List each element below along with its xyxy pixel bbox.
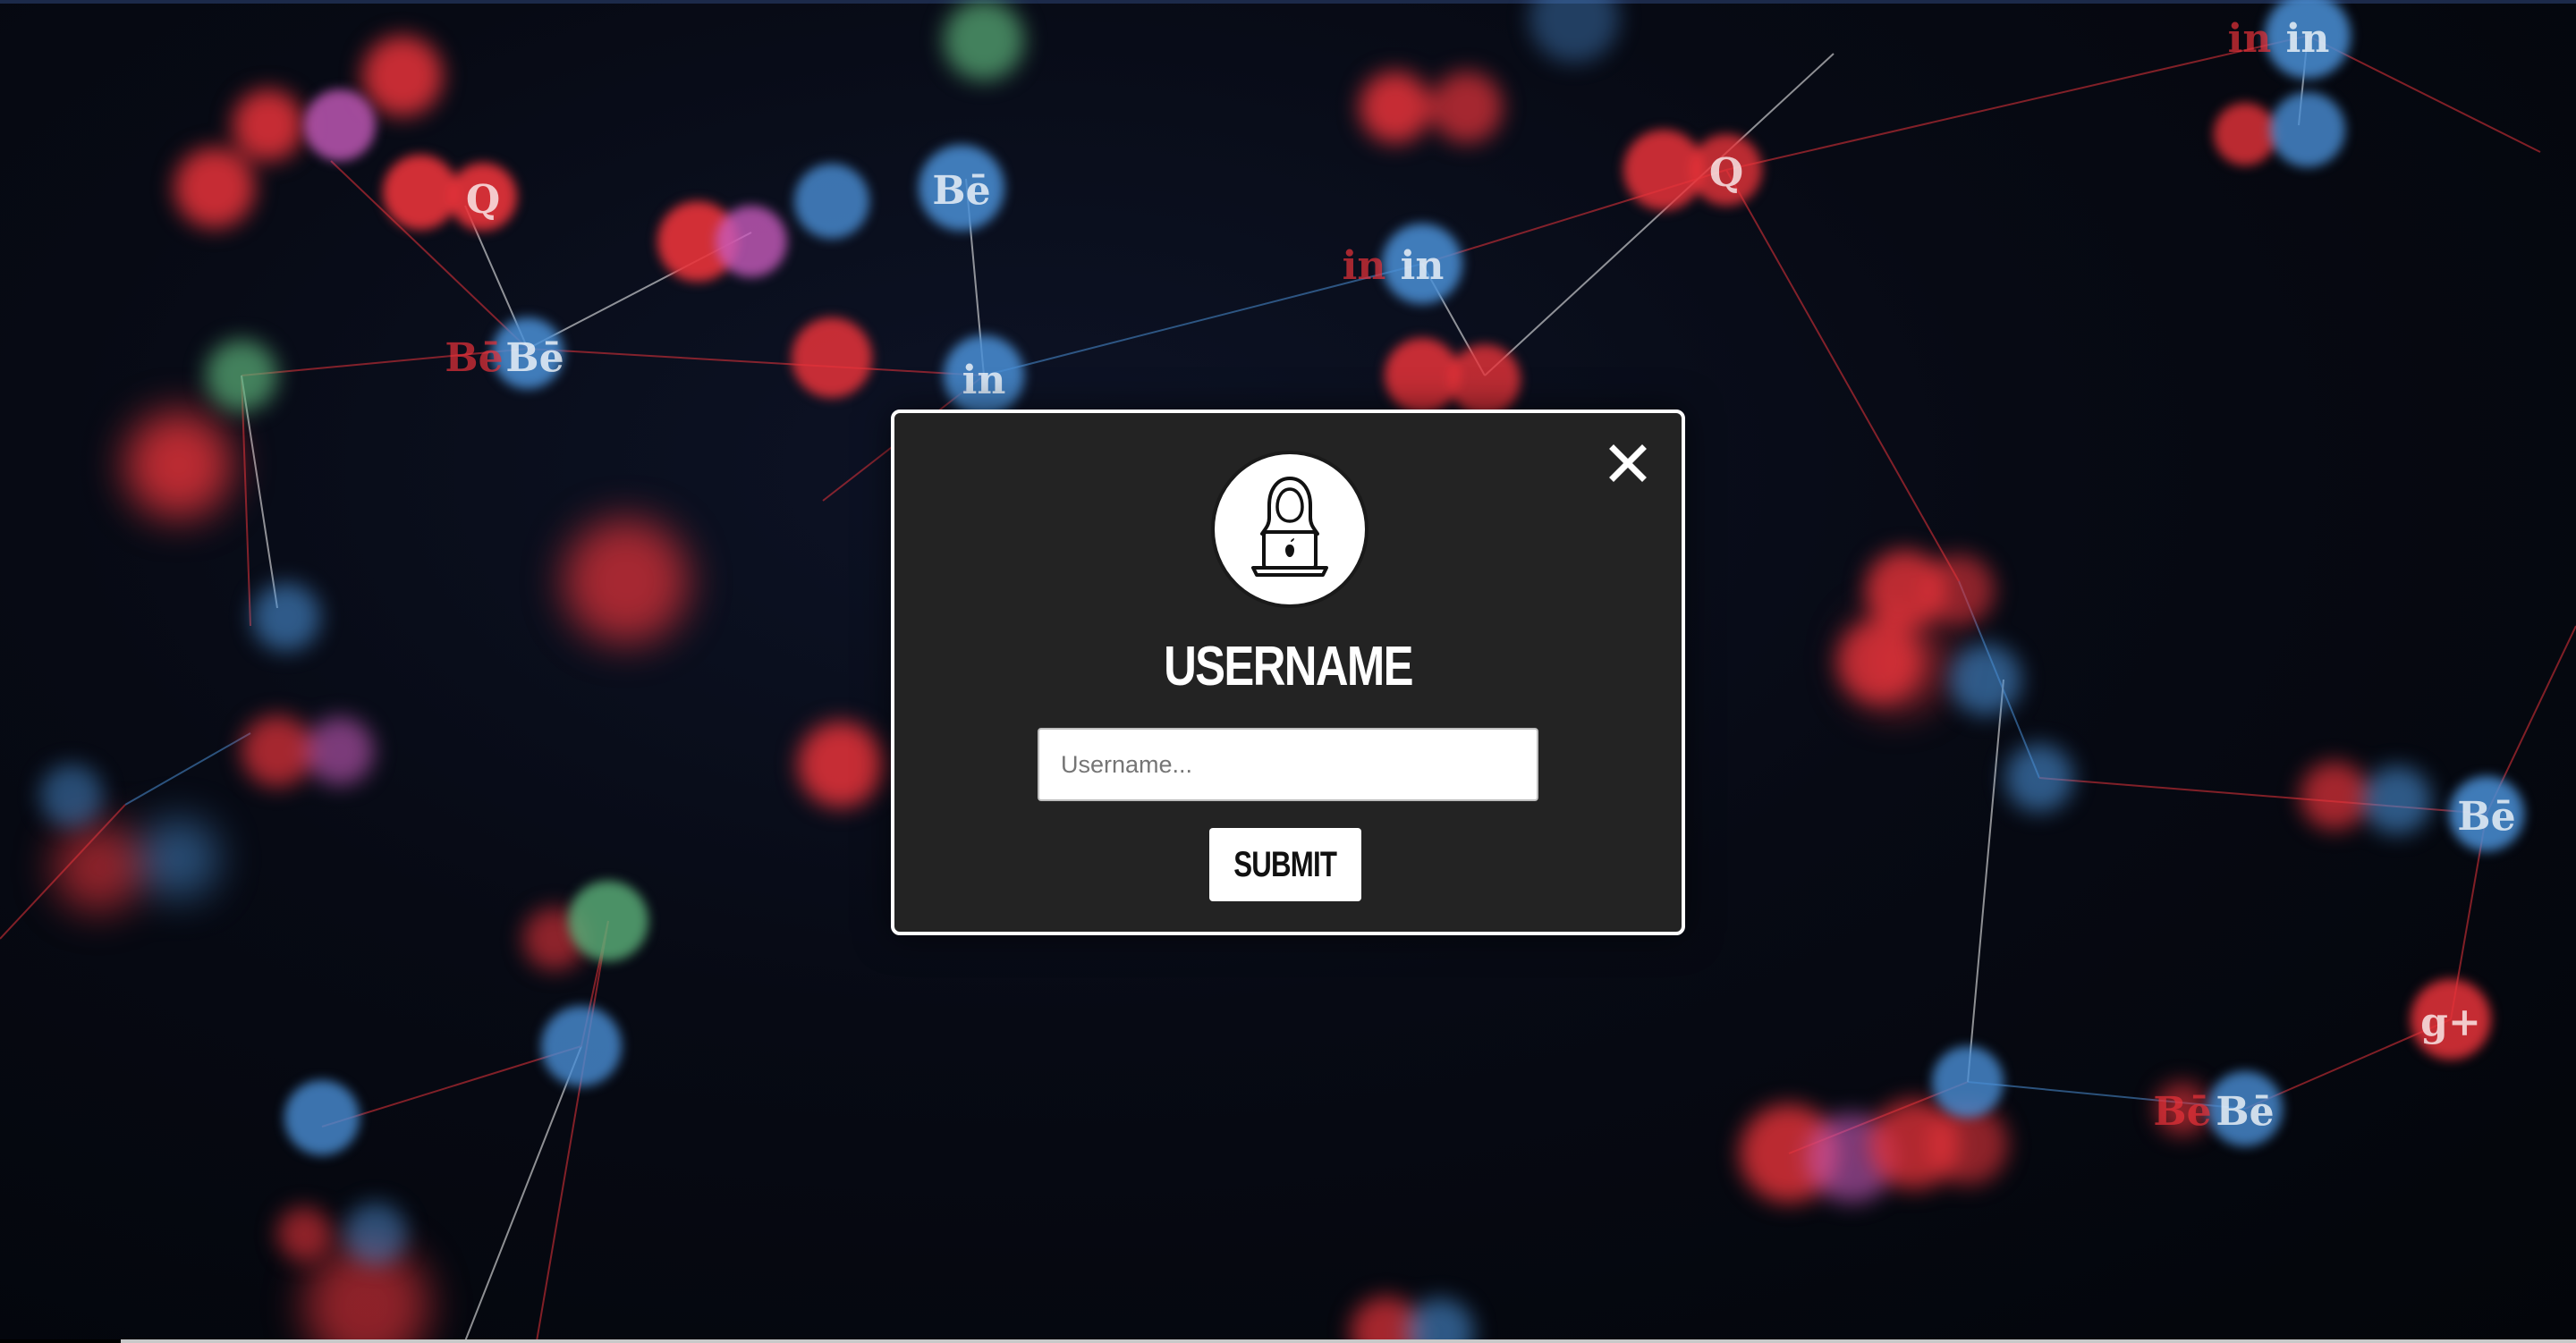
modal-title: USERNAME	[1164, 636, 1413, 697]
linkedin-icon: in	[1343, 243, 1386, 289]
quora-icon: Q	[1709, 150, 1743, 196]
google-plus-icon: g+	[2420, 1000, 2481, 1045]
quora-icon: Q	[466, 177, 500, 223]
username-input[interactable]	[1038, 728, 1538, 801]
submit-button-label: SUBMIT	[1233, 844, 1338, 884]
page-background: Bē Bē in in in Bē g+ Bē Q Q Bē in in Bē	[0, 0, 2576, 1343]
behance-icon: Bē	[505, 335, 564, 381]
behance-icon: Bē	[932, 168, 990, 214]
bottom-border-strip	[0, 1339, 2576, 1343]
username-modal: USERNAME SUBMIT	[891, 410, 1685, 935]
close-icon	[1609, 444, 1647, 482]
linkedin-icon: in	[2286, 16, 2330, 62]
linkedin-icon: in	[1401, 243, 1445, 289]
behance-icon: Bē	[2216, 1089, 2274, 1135]
avatar	[1211, 451, 1368, 608]
linkedin-icon: in	[2228, 16, 2272, 62]
behance-icon: Bē	[445, 335, 503, 381]
close-button[interactable]	[1601, 436, 1655, 490]
behance-icon: Bē	[2457, 794, 2515, 840]
behance-icon: Bē	[2153, 1089, 2211, 1135]
linkedin-icon: in	[962, 358, 1006, 403]
hooded-hacker-laptop-icon	[1251, 477, 1328, 577]
submit-button[interactable]: SUBMIT	[1209, 828, 1361, 901]
